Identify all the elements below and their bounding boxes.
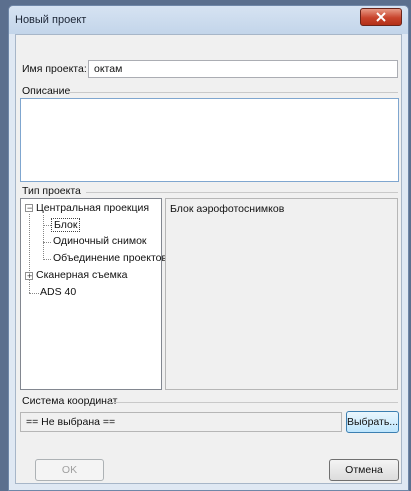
dialog-title: Новый проект — [15, 14, 87, 26]
tree-item-central-projection[interactable]: Центральная проекция — [36, 202, 149, 214]
dialog-body: Имя проекта: октам Описание Тип проекта … — [15, 34, 402, 484]
project-type-description-text: Блок аэрофотоснимков — [170, 203, 285, 215]
coord-system-label: Система координат — [22, 395, 118, 407]
project-name-value: октам — [94, 63, 123, 75]
project-type-divider — [86, 192, 398, 193]
tree-line-h — [43, 225, 51, 226]
project-type-description: Блок аэрофотоснимков — [165, 198, 398, 390]
tree-item-ads40[interactable]: ADS 40 — [40, 286, 76, 298]
coord-system-value: == Не выбрана == — [26, 416, 116, 428]
ok-button[interactable]: OK — [35, 459, 104, 481]
project-type-label: Тип проекта — [22, 185, 81, 197]
project-type-tree[interactable]: − Центральная проекция Блок Одиночный сн… — [20, 198, 167, 390]
expand-icon[interactable]: + — [25, 272, 33, 281]
project-name-input[interactable]: октам — [88, 60, 398, 78]
collapse-icon[interactable]: − — [25, 204, 33, 213]
project-name-label: Имя проекта: — [22, 63, 87, 75]
tree-item-scanner-survey[interactable]: Сканерная съемка — [36, 269, 128, 281]
new-project-dialog: Новый проект Имя проекта: октам Описание… — [8, 5, 409, 491]
tree-line-child — [43, 215, 44, 260]
close-button[interactable] — [360, 8, 402, 26]
tree-item-single-image[interactable]: Одиночный снимок — [53, 235, 147, 247]
coord-system-divider — [110, 402, 398, 403]
tree-item-merge-projects[interactable]: Объединение проектов — [53, 252, 167, 264]
tree-line-root — [29, 214, 30, 293]
tree-line-h — [43, 259, 51, 260]
tree-item-block[interactable]: Блок — [51, 218, 81, 232]
tree-line-h — [29, 293, 39, 294]
description-textarea[interactable] — [20, 98, 399, 182]
coord-system-field: == Не выбрана == — [20, 412, 342, 432]
tree-line-h — [43, 242, 51, 243]
choose-coord-system-button[interactable]: Выбрать... — [346, 411, 399, 433]
title-bar[interactable]: Новый проект — [9, 6, 408, 34]
close-icon — [376, 12, 386, 22]
description-label: Описание — [22, 85, 71, 97]
description-divider — [68, 92, 398, 93]
cancel-button[interactable]: Отмена — [329, 459, 399, 481]
